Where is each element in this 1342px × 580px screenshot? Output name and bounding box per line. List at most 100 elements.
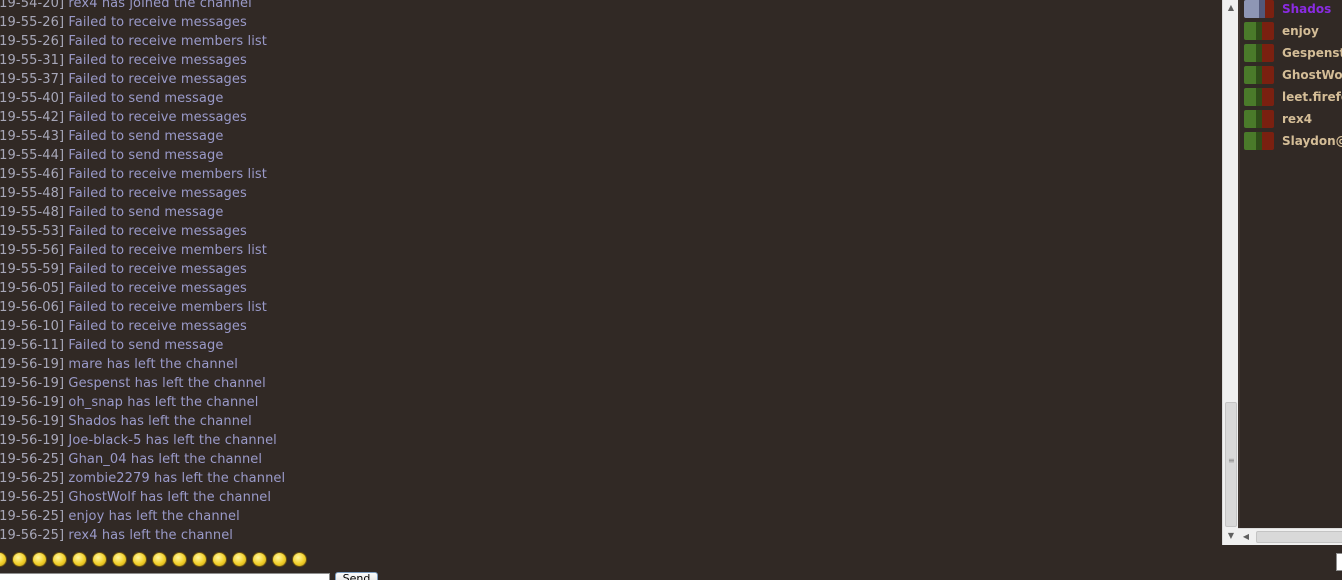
chat-message: [19-55-42] Failed to receive messages xyxy=(0,108,247,127)
nerd-smiley-icon[interactable] xyxy=(292,552,307,567)
message-timestamp: [19-55-56] xyxy=(0,243,65,258)
message-timestamp: [19-56-19] xyxy=(0,376,65,391)
member-item[interactable]: enjoy xyxy=(1244,22,1342,44)
member-name: Gespenst xyxy=(1282,46,1342,60)
chat-message: [19-56-06] Failed to receive members lis… xyxy=(0,298,267,317)
message-timestamp: [19-55-42] xyxy=(0,110,65,125)
member-item[interactable]: Gespenst xyxy=(1244,44,1342,66)
chat-message: [19-55-46] Failed to receive members lis… xyxy=(0,165,267,184)
message-text: Failed to send message xyxy=(68,338,224,353)
chat-message: [19-56-25] zombie2279 has left the chann… xyxy=(0,469,285,488)
neutral-smiley-icon[interactable] xyxy=(52,552,67,567)
chat-message: [19-56-19] Gespenst has left the channel xyxy=(0,374,266,393)
member-avatar-icon xyxy=(1244,0,1274,18)
member-avatar-icon xyxy=(1244,132,1274,150)
member-name: Slaydon@ xyxy=(1282,134,1342,148)
secondary-input[interactable] xyxy=(1336,553,1342,571)
message-timestamp: [19-55-44] xyxy=(0,148,65,163)
members-horizontal-scrollbar[interactable]: ◀ xyxy=(1238,528,1342,545)
tongue-smiley-icon[interactable] xyxy=(72,552,87,567)
grin-smiley-icon[interactable] xyxy=(232,552,247,567)
chat-message: [19-56-19] mare has left the channel xyxy=(0,355,238,374)
happy-smiley-icon[interactable] xyxy=(112,552,127,567)
sad-smiley-icon[interactable] xyxy=(92,552,107,567)
members-scrollbar-thumb[interactable] xyxy=(1256,531,1342,543)
chat-message: [19-55-48] Failed to send message xyxy=(0,203,223,222)
message-timestamp: [19-56-10] xyxy=(0,319,65,334)
message-timestamp: [19-56-06] xyxy=(0,300,65,315)
scroll-up-arrow-icon[interactable]: ▲ xyxy=(1223,0,1239,16)
chat-message: [19-56-25] enjoy has left the channel xyxy=(0,507,240,526)
shocked-smiley-icon[interactable] xyxy=(132,552,147,567)
chat-vertical-scrollbar[interactable]: ▲ ≡ ▼ xyxy=(1222,0,1238,545)
message-text: rex4 has joined the channel xyxy=(68,0,252,11)
chat-message: [19-55-37] Failed to receive messages xyxy=(0,70,247,89)
member-item[interactable]: Slaydon@ xyxy=(1244,132,1342,154)
message-text: Failed to receive messages xyxy=(68,53,247,68)
message-timestamp: [19-54-20] xyxy=(0,0,65,11)
member-item[interactable]: rex4 xyxy=(1244,110,1342,132)
message-text: Failed to send message xyxy=(68,129,224,144)
message-text: Failed to receive messages xyxy=(68,319,247,334)
chat-message: [19-55-53] Failed to receive messages xyxy=(0,222,247,241)
wink-smiley-icon[interactable] xyxy=(152,552,167,567)
chat-message: [19-55-31] Failed to receive messages xyxy=(0,51,247,70)
laugh-smiley-icon[interactable] xyxy=(252,552,267,567)
smile-smiley-icon[interactable] xyxy=(0,552,7,567)
member-item[interactable]: GhostWolf xyxy=(1244,66,1342,88)
message-timestamp: [19-55-31] xyxy=(0,53,65,68)
exclaim-smiley-icon[interactable] xyxy=(192,552,207,567)
chat-message: [19-56-19] Joe-black-5 has left the chan… xyxy=(0,431,277,450)
chat-message: [19-55-43] Failed to send message xyxy=(0,127,223,146)
message-text: Failed to receive members list xyxy=(68,167,267,182)
message-timestamp: [19-56-25] xyxy=(0,471,65,486)
member-item[interactable]: Shados xyxy=(1244,0,1342,22)
chat-message: [19-56-25] Ghan_04 has left the channel xyxy=(0,450,262,469)
chat-message: [19-55-40] Failed to send message xyxy=(0,89,223,108)
member-name: GhostWolf xyxy=(1282,68,1342,82)
message-text: Failed to receive messages xyxy=(68,72,247,87)
member-name: Shados xyxy=(1282,2,1332,16)
chat-message: [19-55-44] Failed to send message xyxy=(0,146,223,165)
message-text: Failed to send message xyxy=(68,148,224,163)
message-text: Failed to send message xyxy=(68,205,224,220)
chat-message: [19-56-10] Failed to receive messages xyxy=(0,317,247,336)
chat-message: [19-55-56] Failed to receive members lis… xyxy=(0,241,267,260)
message-text: oh_snap has left the channel xyxy=(68,395,259,410)
message-text: Failed to receive messages xyxy=(68,186,247,201)
chat-message: [19-56-19] Shados has left the channel xyxy=(0,412,252,431)
chat-message: [19-54-20] rex4 has joined the channel xyxy=(0,0,252,13)
message-timestamp: [19-56-05] xyxy=(0,281,65,296)
message-text: Shados has left the channel xyxy=(68,414,252,429)
cool-smiley-icon[interactable] xyxy=(32,552,47,567)
member-name: rex4 xyxy=(1282,112,1313,126)
message-text: rex4 has left the channel xyxy=(68,528,234,543)
message-timestamp: [19-56-25] xyxy=(0,528,65,543)
chat-message: [19-55-59] Failed to receive messages xyxy=(0,260,247,279)
chat-message: [19-56-05] Failed to receive messages xyxy=(0,279,247,298)
scroll-left-arrow-icon[interactable]: ◀ xyxy=(1238,529,1254,545)
member-avatar-icon xyxy=(1244,110,1274,128)
question-smiley-icon[interactable] xyxy=(212,552,227,567)
confused-smiley-icon[interactable] xyxy=(12,552,27,567)
message-text: GhostWolf has left the channel xyxy=(68,490,272,505)
message-timestamp: [19-56-19] xyxy=(0,395,65,410)
message-timestamp: [19-56-19] xyxy=(0,357,65,372)
scroll-down-arrow-icon[interactable]: ▼ xyxy=(1223,528,1239,544)
message-input[interactable] xyxy=(0,573,330,580)
member-avatar-icon xyxy=(1244,44,1274,62)
chat-message: [19-55-26] Failed to receive members lis… xyxy=(0,32,267,51)
composer-bar: Send xyxy=(0,545,1342,580)
sleepy-smiley-icon[interactable] xyxy=(272,552,287,567)
member-name: leet.firefox xyxy=(1282,90,1342,104)
message-timestamp: [19-56-25] xyxy=(0,452,65,467)
chat-message: [19-56-25] rex4 has left the channel xyxy=(0,526,233,545)
message-text: Failed to receive messages xyxy=(68,224,247,239)
message-text: Ghan_04 has left the channel xyxy=(68,452,263,467)
member-item[interactable]: leet.firefox xyxy=(1244,88,1342,110)
message-timestamp: [19-55-26] xyxy=(0,34,65,49)
angry-smiley-icon[interactable] xyxy=(172,552,187,567)
message-text: zombie2279 has left the channel xyxy=(68,471,286,486)
chat-scrollbar-thumb[interactable]: ≡ xyxy=(1225,402,1237,527)
send-button[interactable]: Send xyxy=(335,572,378,580)
